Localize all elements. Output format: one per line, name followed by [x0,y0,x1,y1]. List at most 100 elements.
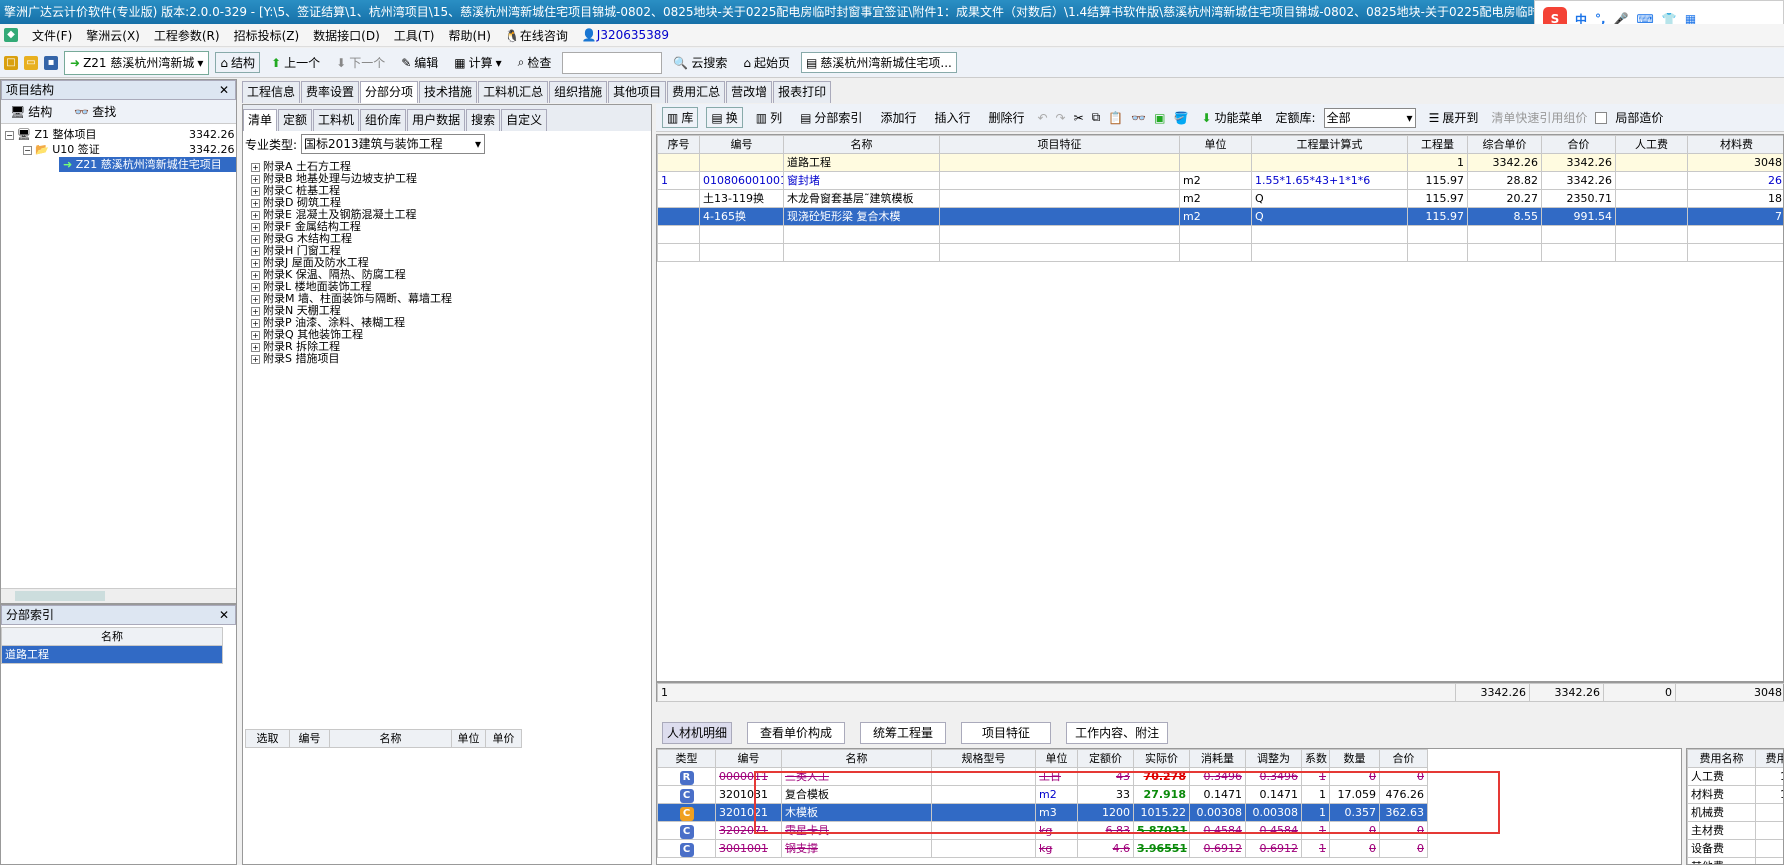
project-selector[interactable]: ➜ Z21 慈溪杭州湾新城 ▾ [64,50,210,75]
find-icon[interactable]: 👓 [1131,111,1146,125]
columns-button[interactable]: ▥ 列 [751,107,787,128]
cell[interactable] [939,207,1180,226]
prev-button[interactable]: ⬆ 上一个 [266,52,325,73]
function-menu-button[interactable]: ⬇ 功能菜单 [1196,107,1267,128]
expand-icon[interactable]: + [251,259,260,268]
undo-icon[interactable]: ↶ [1037,111,1047,125]
table-row[interactable]: 设备费 [1687,839,1783,858]
cell[interactable] [1179,225,1252,244]
cell[interactable] [657,207,700,226]
tab-group[interactable]: 组价库 [360,109,407,131]
expand-icon[interactable]: + [251,175,260,184]
tree-node[interactable]: − 🖥 Z1 整体项目 3342.26 [1,127,236,142]
horizontal-scrollbar[interactable] [1,588,236,603]
cell[interactable] [1687,225,1783,244]
cell[interactable] [1687,243,1783,262]
table-row[interactable]: 1 010806001001 窗封堵 m2 1.55*1.65*43+1*1*6 115.… [657,171,1783,190]
cell[interactable] [1407,225,1468,244]
cut-icon[interactable]: ✂ [1074,111,1084,125]
tab-custom[interactable]: 自定义 [501,109,548,131]
type-select[interactable]: 国标2013建筑与装饰工程 ▾ [301,134,486,154]
expand-icon[interactable]: + [251,223,260,232]
expand-icon[interactable]: + [251,235,260,244]
tab-features[interactable]: 项目特征 [961,722,1052,744]
local-cost-checkbox[interactable] [1595,111,1608,124]
online-consult[interactable]: 🐧在线咨询 [505,27,568,44]
menu-help[interactable]: 帮助(H) [448,27,490,44]
cell[interactable]: kg [1035,839,1078,858]
next-button[interactable]: ⬇ 下一个 [331,52,390,73]
cell[interactable] [1541,225,1616,244]
cell[interactable]: 土13-119换 [699,189,784,208]
tab-materials[interactable]: 工料机汇总 [478,81,549,103]
tab-list[interactable]: 清单 [243,109,278,131]
menu-tools[interactable]: 工具(T) [394,27,435,44]
cell[interactable]: 0.6912 [1189,839,1246,858]
excel-icon[interactable]: ▣ [1154,111,1165,125]
cell[interactable] [939,189,1180,208]
cell[interactable]: 8.55 [1467,207,1542,226]
cell[interactable]: 3342.26 [1541,153,1616,172]
cell[interactable]: 3.96551 [1133,839,1190,858]
close-icon[interactable]: ✕ [219,81,229,99]
save-icon[interactable]: ▪ [44,55,58,70]
cell[interactable]: 3342.26 [1467,153,1542,172]
menu-bid[interactable]: 招标投标(Z) [234,27,300,44]
table-row[interactable]: 道路工程 1 3342.26 3342.26 3048 [657,153,1783,172]
tab-report[interactable]: 报表打印 [773,81,832,103]
table-row[interactable]: 道路工程 [1,645,223,664]
cell[interactable]: 3342.26 [1541,171,1616,190]
table-row[interactable]: 主材费 [1687,821,1783,840]
cell[interactable] [657,243,700,262]
tree-node[interactable]: − 📂 U10 签证 3342.26 [1,142,236,157]
cell[interactable]: 0 [1379,839,1428,858]
expand-icon[interactable]: + [251,355,260,364]
tab-org[interactable]: 组织措施 [549,81,608,103]
expand-icon[interactable]: + [251,271,260,280]
tab-resource-detail[interactable]: 人材机明细 [662,722,733,744]
tab-search[interactable]: 搜索 [466,109,501,131]
cell[interactable]: 现浇砼矩形梁 复合木模 [783,207,940,226]
menu-cloud[interactable]: 擎洲云(X) [86,27,140,44]
expand-icon[interactable]: + [251,331,260,340]
cell[interactable] [699,153,784,172]
redo-icon[interactable]: ↷ [1056,111,1066,125]
cell[interactable]: 18 [1687,189,1783,208]
expand-icon[interactable]: + [251,307,260,316]
cell[interactable] [931,839,1036,858]
close-icon[interactable]: ✕ [219,606,229,624]
cell[interactable] [939,171,1180,190]
tab-other[interactable]: 其他项目 [608,81,667,103]
table-row[interactable]: 人工费15 [1687,767,1783,786]
cell[interactable] [699,225,784,244]
cell[interactable]: 0.6912 [1245,839,1302,858]
open-folder-icon[interactable]: ▭ [24,55,38,70]
cell[interactable]: 28.82 [1467,171,1542,190]
cell[interactable]: 道路工程 [783,153,940,172]
cell[interactable]: C [657,803,716,822]
edit-button[interactable]: ✎ 编辑 [396,52,443,73]
menu-params[interactable]: 工程参数(R) [154,27,220,44]
library-item[interactable]: + 附录S 措施项目 [251,353,651,365]
table-row[interactable]: 4-165换 现浇砼矩形梁 复合木模 m2 Q 115.97 8.55 991.54 7 [657,207,1783,226]
library-toggle[interactable]: ▥ 库 [662,107,699,128]
tab-rate[interactable]: 费率设置 [301,81,360,103]
structure-button[interactable]: ⌂ 结构 [215,52,261,73]
table-row[interactable]: C 3001001 钢支撑 kg 4.6 3.96551 0.6912 0.6912 1 0 0 [657,839,1428,858]
tab-project-info[interactable]: 工程信息 [242,81,301,103]
table-row[interactable]: 其他费 [1687,857,1783,864]
cell[interactable]: C [657,821,716,840]
cell[interactable] [657,153,700,172]
cell[interactable]: 钢支撑 [781,839,932,858]
cell[interactable]: 3048 [1687,153,1783,172]
cell[interactable]: m2 [1179,171,1252,190]
cell[interactable] [1251,243,1408,262]
cloud-search-button[interactable]: 🔍 云搜索 [668,52,732,73]
tab-sections[interactable]: 分部分项 [360,81,419,103]
expand-icon[interactable]: + [251,199,260,208]
expand-icon[interactable]: + [251,163,260,172]
doc-tab[interactable]: ▤ 慈溪杭州湾新城住宅项... [801,52,957,73]
cell[interactable] [1615,225,1688,244]
structure-view-button[interactable]: 🖥 结构 [5,101,57,122]
cell[interactable] [783,243,940,262]
